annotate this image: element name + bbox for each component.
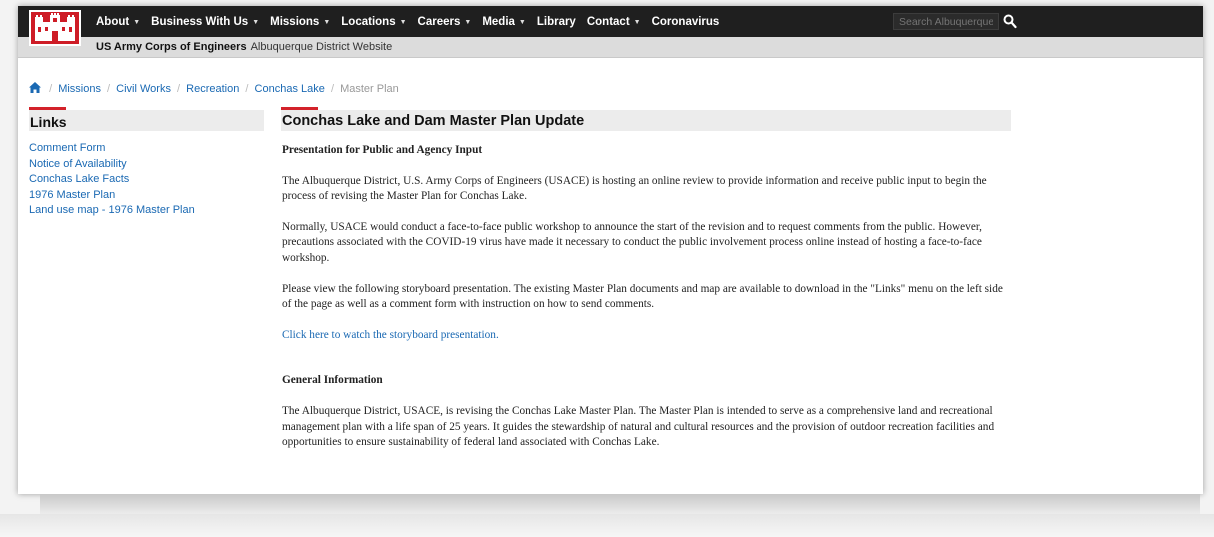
sidebar-title: Links <box>30 114 67 130</box>
nav-business-with-us[interactable]: Business With Us ▼ <box>151 16 259 28</box>
breadcrumb-separator: / <box>107 83 111 95</box>
home-icon[interactable] <box>29 82 41 93</box>
presentation-heading: Presentation for Public and Agency Input <box>282 144 483 156</box>
nav-coronavirus[interactable]: Coronavirus <box>652 16 720 28</box>
breadcrumb: / Missions / Civil Works / Recreation / … <box>29 82 399 95</box>
browser-page: About ▼ Business With Us ▼ Missions ▼ Locat… <box>18 6 1203 494</box>
page-title: Conchas Lake and Dam Master Plan Update <box>282 113 585 129</box>
sidebar-link-land-use-map[interactable]: Land use map - 1976 Master Plan <box>29 203 264 219</box>
top-navbar: About ▼ Business With Us ▼ Missions ▼ Locat… <box>18 6 1203 37</box>
paragraph-covid: Normally, USACE would conduct a face-to-… <box>282 220 982 264</box>
nav-careers[interactable]: Careers ▼ <box>418 16 472 28</box>
nav-missions[interactable]: Missions ▼ <box>270 16 330 28</box>
breadcrumb-separator: / <box>330 83 334 95</box>
nav-library[interactable]: Library <box>537 16 576 28</box>
chevron-down-icon: ▼ <box>133 18 141 26</box>
nav-about[interactable]: About ▼ <box>96 16 140 28</box>
breadcrumb-separator: / <box>245 83 249 95</box>
site-subbar: US Army Corps of Engineers Albuquerque Di… <box>18 37 1203 58</box>
sidebar-link-notice-of-availability[interactable]: Notice of Availability <box>29 157 264 173</box>
paragraph-intro: The Albuquerque District, U.S. Army Corp… <box>282 174 987 203</box>
sidebar-link-conchas-lake-facts[interactable]: Conchas Lake Facts <box>29 172 264 188</box>
paragraph-storyboard: Please view the following storyboard pre… <box>282 282 1003 311</box>
chevron-down-icon: ▼ <box>518 18 526 26</box>
chevron-down-icon: ▼ <box>252 18 260 26</box>
nav-media[interactable]: Media ▼ <box>482 16 526 28</box>
usace-castle-logo[interactable] <box>29 10 81 46</box>
breadcrumb-current: Master Plan <box>340 83 399 95</box>
chevron-down-icon: ▼ <box>633 18 641 26</box>
chevron-down-icon: ▼ <box>464 18 472 26</box>
general-information-heading: General Information <box>282 374 383 387</box>
search-input[interactable] <box>893 13 999 30</box>
main-content: Conchas Lake and Dam Master Plan Update … <box>281 107 1011 451</box>
links-sidebar: Links Comment Form Notice of Availabilit… <box>29 107 264 219</box>
breadcrumb-conchas-lake[interactable]: Conchas Lake <box>255 83 325 95</box>
paragraph-general: The Albuquerque District, USACE, is revi… <box>282 404 995 449</box>
page-shadow <box>40 494 1200 514</box>
breadcrumb-civil-works[interactable]: Civil Works <box>116 83 171 95</box>
sidebar-link-comment-form[interactable]: Comment Form <box>29 141 264 157</box>
storyboard-link[interactable]: Click here to watch the storyboard prese… <box>282 329 499 341</box>
breadcrumb-separator: / <box>49 83 53 95</box>
org-name[interactable]: US Army Corps of Engineers <box>96 41 247 53</box>
page-background-band <box>0 514 1214 537</box>
breadcrumb-missions[interactable]: Missions <box>58 83 101 95</box>
sidebar-header: Links <box>29 107 264 131</box>
site-name: Albuquerque District Website <box>250 41 393 53</box>
site-identity: US Army Corps of Engineers Albuquerque Di… <box>96 41 392 53</box>
chevron-down-icon: ▼ <box>399 18 407 26</box>
sidebar-link-1976-master-plan[interactable]: 1976 Master Plan <box>29 188 264 204</box>
chevron-down-icon: ▼ <box>323 18 331 26</box>
main-menu: About ▼ Business With Us ▼ Missions ▼ Locat… <box>96 6 730 37</box>
breadcrumb-recreation[interactable]: Recreation <box>186 83 239 95</box>
nav-contact[interactable]: Contact ▼ <box>587 16 641 28</box>
article-body: Presentation for Public and Agency Input… <box>282 143 1011 451</box>
search-icon[interactable] <box>1003 13 1017 29</box>
breadcrumb-separator: / <box>177 83 181 95</box>
nav-locations[interactable]: Locations ▼ <box>341 16 406 28</box>
sidebar-links: Comment Form Notice of Availability Conc… <box>29 141 264 219</box>
main-header: Conchas Lake and Dam Master Plan Update <box>281 107 1011 131</box>
